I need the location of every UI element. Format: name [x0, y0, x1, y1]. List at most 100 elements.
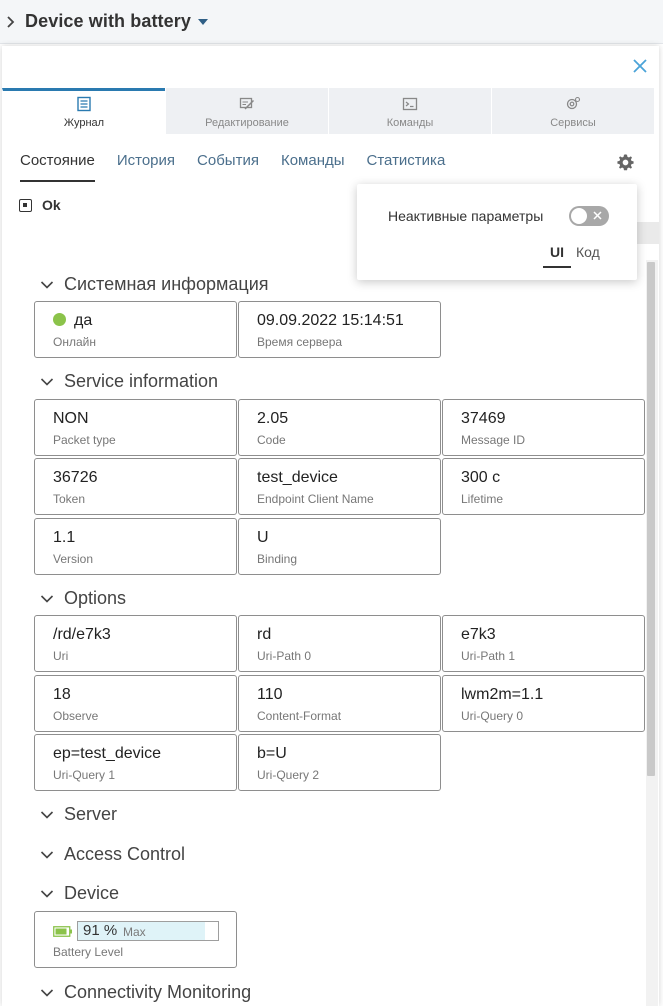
param-key: Token [53, 492, 86, 506]
chevron-down-icon [40, 810, 54, 819]
param-value: U [257, 529, 269, 546]
param-value: NON [53, 410, 89, 427]
status-label: Ok [42, 197, 61, 213]
toggle-knob [571, 208, 587, 224]
param-key: Uri-Query 2 [257, 768, 320, 782]
online-status-dot [53, 313, 66, 326]
device-title[interactable]: Device with battery [25, 11, 191, 32]
param-value: 37469 [461, 410, 506, 427]
section-device[interactable]: Device [40, 883, 119, 904]
section-title: Service information [64, 371, 219, 391]
tab-services[interactable]: Сервисы [491, 88, 654, 134]
toolbar-strip [637, 222, 659, 244]
inactive-params-toggle[interactable] [569, 206, 609, 226]
view-code-tab[interactable]: Код [576, 244, 600, 260]
param-value: test_device [257, 469, 338, 486]
param-key: Uri-Path 0 [257, 649, 312, 663]
chip-icon [19, 198, 32, 212]
subtab-statistics[interactable]: Статистика [367, 152, 446, 182]
subtab-state[interactable]: Состояние [20, 152, 95, 182]
param-key: Uri [53, 649, 69, 663]
inactive-params-label: Неактивные параметры [388, 208, 544, 224]
param-card-server-time: 09.09.2022 15:14:51 Время сервера [238, 301, 441, 358]
tab-commands[interactable]: Команды [328, 88, 491, 134]
close-icon[interactable] [632, 58, 648, 74]
section-title: Options [64, 588, 127, 608]
section-system-info[interactable]: Системная информация [40, 274, 269, 295]
device-header-bar: Device with battery [0, 0, 663, 44]
param-card: ep=test_device Uri-Query 1 [34, 734, 237, 791]
section-title: Access Control [64, 844, 186, 864]
param-value: /rd/e7k3 [53, 626, 111, 643]
param-key: Uri-Query 0 [461, 709, 524, 723]
subtab-events[interactable]: События [197, 152, 259, 182]
tab-edit[interactable]: Редактирование [165, 88, 328, 134]
log-icon [77, 96, 91, 112]
param-key: Lifetime [461, 492, 504, 506]
chevron-down-icon [40, 377, 54, 386]
param-card: 18 Observe [34, 675, 237, 732]
section-title: Server [64, 804, 118, 824]
param-key: Uri-Query 1 [53, 768, 116, 782]
view-ui-tab[interactable]: UI [543, 244, 571, 268]
param-card: lwm2m=1.1 Uri-Query 0 [442, 675, 645, 732]
param-card: rd Uri-Path 0 [238, 615, 441, 672]
section-options[interactable]: Options [40, 588, 126, 609]
tab-commands-label: Команды [386, 117, 434, 129]
param-card: 2.05 Code [238, 399, 441, 456]
battery-value: 91 % [83, 922, 118, 939]
edit-icon [239, 97, 255, 110]
battery-icon [53, 925, 72, 937]
param-value: 36726 [53, 469, 98, 486]
param-value: 300 с [461, 469, 501, 486]
param-key: Observe [53, 709, 99, 723]
param-key: Endpoint Client Name [257, 492, 374, 506]
section-title: Device [64, 883, 120, 903]
battery-max-label: Max [123, 925, 146, 939]
param-card: 1.1 Version [34, 518, 237, 575]
caret-down-icon[interactable] [197, 17, 209, 27]
section-title: Системная информация [64, 274, 269, 294]
status-indicator: Ok [19, 197, 61, 213]
param-value: 18 [53, 686, 71, 703]
param-value: 110 [257, 686, 283, 703]
param-card: b=U Uri-Query 2 [238, 734, 441, 791]
chevron-right-icon[interactable] [6, 13, 16, 31]
mode-tabs: Журнал Редактирование Команды Сервисы [2, 88, 659, 134]
param-card: 37469 Message ID [442, 399, 645, 456]
device-panel: Журнал Редактирование Команды Сервисы Со… [2, 46, 659, 1006]
param-card: e7k3 Uri-Path 1 [442, 615, 645, 672]
param-key: Version [53, 552, 94, 566]
subtab-history[interactable]: История [117, 152, 175, 182]
toggle-off-icon [593, 211, 602, 220]
param-card: U Binding [238, 518, 441, 575]
param-value: 09.09.2022 15:14:51 [257, 312, 404, 329]
param-value: 1.1 [53, 529, 76, 546]
param-card: 36726 Token [34, 458, 237, 515]
battery-level-bar: 91 % Max [77, 921, 219, 941]
terminal-icon [402, 97, 418, 111]
scrollbar-thumb[interactable] [647, 262, 655, 776]
tab-journal[interactable]: Журнал [2, 88, 165, 134]
param-card-battery: 91 % Max Battery Level [34, 911, 237, 968]
chevron-down-icon [40, 594, 54, 603]
param-value: b=U [257, 745, 287, 762]
param-key: Message ID [461, 433, 526, 447]
section-server[interactable]: Server [40, 804, 117, 825]
section-service-information[interactable]: Service information [40, 371, 218, 392]
param-card: NON Packet type [34, 399, 237, 456]
param-value: 2.05 [257, 410, 289, 427]
state-sub-tabs: Состояние История События Команды Статис… [20, 152, 467, 182]
section-access-control[interactable]: Access Control [40, 844, 185, 865]
param-key: Packet type [53, 433, 116, 447]
section-connectivity-monitoring[interactable]: Connectivity Monitoring [40, 982, 251, 1003]
param-value: lwm2m=1.1 [461, 686, 544, 703]
param-card-online: да Онлайн [34, 301, 237, 358]
services-gear-icon [566, 96, 581, 110]
param-key: Онлайн [53, 335, 96, 349]
settings-gear-icon[interactable] [616, 153, 635, 172]
chevron-down-icon [40, 850, 54, 859]
param-value: ep=test_device [53, 745, 162, 762]
param-card: 300 с Lifetime [442, 458, 645, 515]
subtab-commands[interactable]: Команды [281, 152, 345, 182]
